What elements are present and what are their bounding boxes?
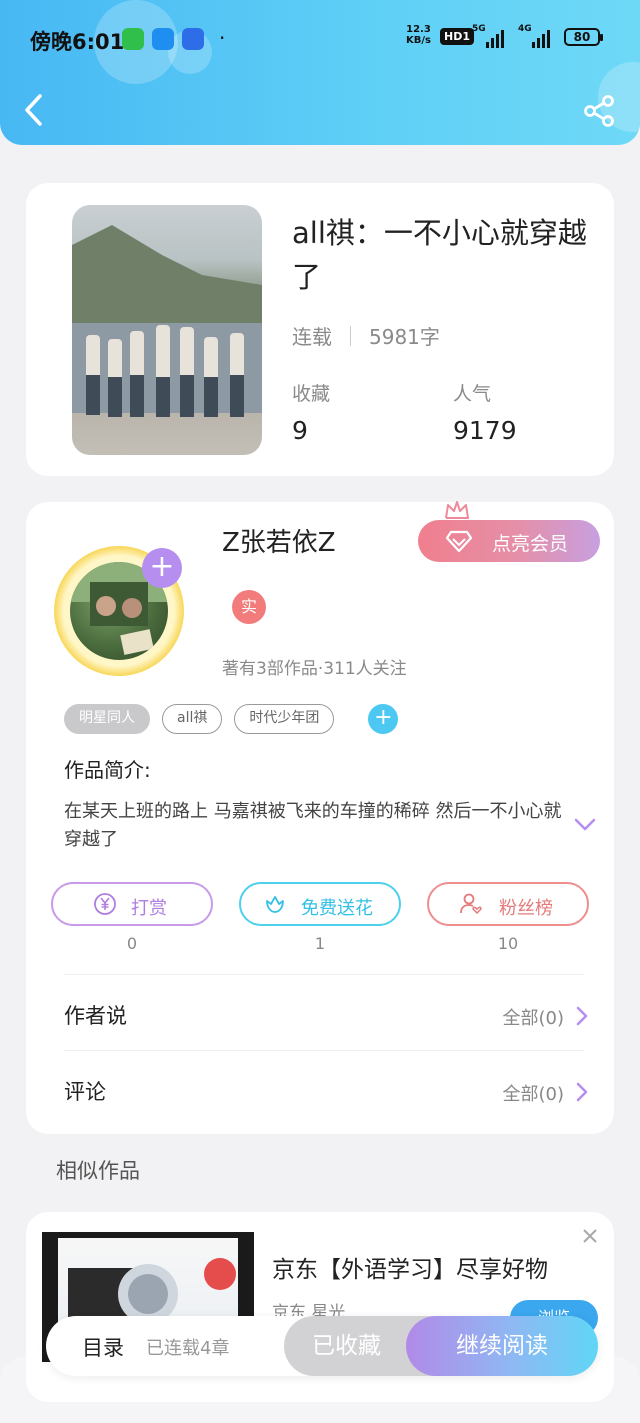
word-count: 5981字: [369, 325, 440, 349]
fans-user-icon: [460, 893, 482, 915]
top-header: 傍晚6:01 · 12.3 KB/s HD1 5G 4G 80: [0, 0, 640, 145]
book-title: all祺：一不小心就穿越了: [292, 216, 587, 294]
chevron-down-icon[interactable]: [574, 818, 596, 832]
chevron-right-icon[interactable]: [576, 1082, 588, 1102]
wechat-icon: [122, 28, 144, 50]
diamond-icon: [446, 530, 472, 553]
more-notifications-dot: ·: [219, 26, 226, 50]
free-flower-button[interactable]: 免费送花: [239, 882, 401, 926]
intro-text: 在某天上班的路上 马嘉祺被飞来的车撞的稀碎 然后一不小心就穿越了: [64, 801, 562, 850]
ad-title: 京东【外语学习】尽享好物: [272, 1257, 548, 1283]
signal-5g-label: 5G: [472, 24, 486, 34]
author-says-title[interactable]: 作者说: [64, 1000, 127, 1030]
reward-button[interactable]: 打赏: [51, 882, 213, 926]
signal-4g-icon: [532, 26, 550, 48]
fans-count: 10: [497, 934, 519, 953]
add-tag-button[interactable]: +: [368, 704, 399, 734]
cover-photo-illustration: [72, 225, 262, 417]
author-name[interactable]: Z张若依Z: [222, 522, 336, 559]
network-speed-value: 12.3: [406, 24, 431, 35]
reward-label: 打赏: [131, 898, 167, 919]
continue-reading-button[interactable]: 继续阅读: [406, 1316, 598, 1376]
app-icon: [182, 28, 204, 50]
divider: [64, 974, 584, 975]
book-info-card: all祺：一不小心就穿越了 连载 5981字 收藏 9 人气 9179: [26, 183, 614, 476]
comments-title[interactable]: 评论: [64, 1076, 106, 1106]
book-status-row: 连载 5981字: [292, 321, 440, 350]
tag-list: 明星同人 all祺 时代少年团 +: [64, 704, 399, 734]
tag-item[interactable]: 时代少年团: [234, 704, 335, 734]
battery-indicator: 80: [564, 28, 603, 46]
book-cover-image[interactable]: [72, 205, 262, 455]
collect-stat: 收藏 9: [292, 379, 330, 445]
fans-ranking-label: 粉丝榜: [499, 898, 553, 919]
network-speed-unit: KB/s: [406, 35, 431, 46]
hd-badge: HD1: [440, 28, 474, 45]
author-meta: 著有3部作品·311人关注: [222, 659, 407, 679]
follow-plus-button[interactable]: +: [142, 548, 182, 588]
bottom-action-bar: 目录 已连载4章 已收藏 继续阅读: [46, 1316, 598, 1376]
network-speed: 12.3 KB/s: [406, 24, 431, 46]
fans-ranking-button[interactable]: 粉丝榜: [427, 882, 589, 926]
serial-status: 连载: [292, 325, 332, 349]
reward-count: 0: [126, 934, 138, 953]
divider: [64, 1050, 584, 1051]
popularity-stat: 人气 9179: [453, 379, 517, 445]
vip-button-label: 点亮会员: [492, 533, 569, 555]
chevron-right-icon[interactable]: [576, 1006, 588, 1026]
signal-4g-label: 4G: [518, 24, 532, 34]
author-says-more[interactable]: 全部(0): [503, 1004, 565, 1030]
back-arrow-icon[interactable]: [22, 92, 46, 128]
free-flower-label: 免费送花: [301, 898, 373, 919]
close-icon[interactable]: [582, 1228, 598, 1244]
status-bar: 傍晚6:01 · 12.3 KB/s HD1 5G 4G 80: [0, 18, 640, 58]
yen-coin-icon: [94, 893, 116, 915]
status-time: 傍晚6:01: [30, 30, 125, 54]
collect-label: 收藏: [292, 383, 331, 405]
tag-item[interactable]: 明星同人: [64, 704, 150, 734]
signal-5g-icon: [486, 26, 504, 48]
flower-icon: [266, 896, 284, 913]
status-divider: [350, 325, 351, 346]
popularity-label: 人气: [453, 383, 492, 405]
flower-count: 1: [314, 934, 326, 953]
intro-label: 作品简介:: [64, 758, 151, 782]
author-detail-card: + Z张若依Z 实 著有3部作品·311人关注 点亮会员 明星同人 all祺 时…: [26, 501, 614, 1134]
tag-item[interactable]: all祺: [162, 704, 223, 734]
chapter-count: 已连载4章: [146, 1338, 230, 1359]
browser-icon: [152, 28, 174, 50]
verified-badge: 实: [232, 590, 266, 624]
share-icon[interactable]: [582, 94, 616, 128]
comments-more[interactable]: 全部(0): [503, 1080, 565, 1106]
collect-value: 9: [292, 416, 308, 445]
vip-button[interactable]: 点亮会员: [418, 520, 600, 562]
popularity-value: 9179: [453, 416, 517, 445]
crown-icon: [445, 501, 469, 519]
similar-works-title: 相似作品: [56, 1159, 140, 1183]
toc-button[interactable]: 目录: [82, 1332, 124, 1362]
